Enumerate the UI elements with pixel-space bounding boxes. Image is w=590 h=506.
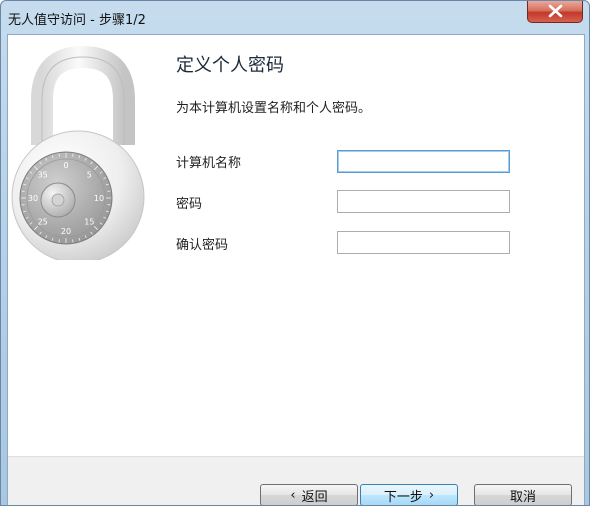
password-label: 密码 bbox=[176, 197, 203, 212]
dial-number: 30 bbox=[28, 194, 38, 203]
back-button[interactable]: ‹ 返回 bbox=[260, 484, 358, 505]
back-button-label: 返回 bbox=[301, 489, 328, 505]
window-title: 无人值守访问 - 步骤1/2 bbox=[8, 13, 146, 28]
next-button[interactable]: 下一步 › bbox=[360, 484, 458, 505]
confirm-password-field[interactable] bbox=[337, 231, 510, 254]
chevron-right-icon: › bbox=[428, 487, 435, 503]
dial-number: 20 bbox=[61, 227, 71, 236]
button-bar: ‹ 返回 下一步 › 取消 bbox=[8, 456, 584, 505]
dial-number: 25 bbox=[38, 217, 48, 226]
wizard-window: 无人值守访问 - 步骤1/2 0 5 10 15 20 25 30 35 定义个… bbox=[0, 0, 590, 506]
dial-number: 35 bbox=[38, 171, 48, 180]
close-icon bbox=[548, 4, 563, 18]
confirm-password-label: 确认密码 bbox=[176, 238, 229, 253]
cancel-button[interactable]: 取消 bbox=[474, 484, 572, 505]
page-heading: 定义个人密码 bbox=[176, 55, 284, 76]
page-description: 为本计算机设置名称和个人密码。 bbox=[176, 101, 372, 116]
next-button-label: 下一步 bbox=[383, 489, 423, 505]
title-bar[interactable]: 无人值守访问 - 步骤1/2 bbox=[1, 1, 589, 35]
dial-number: 15 bbox=[84, 217, 94, 226]
computer-name-label: 计算机名称 bbox=[176, 156, 242, 171]
cancel-button-label: 取消 bbox=[509, 489, 536, 505]
dial-number: 0 bbox=[63, 161, 68, 170]
padlock-icon: 0 5 10 15 20 25 30 35 bbox=[11, 45, 145, 260]
dial-number: 5 bbox=[87, 171, 92, 180]
password-field[interactable] bbox=[337, 190, 510, 213]
close-button[interactable] bbox=[527, 1, 583, 23]
computer-name-field[interactable] bbox=[337, 150, 510, 173]
dial-number: 10 bbox=[94, 194, 104, 203]
wizard-content: 0 5 10 15 20 25 30 35 定义个人密码 为本计算机设置名称和个人密码。 计算… bbox=[7, 34, 585, 505]
chevron-left-icon: ‹ bbox=[290, 487, 296, 503]
